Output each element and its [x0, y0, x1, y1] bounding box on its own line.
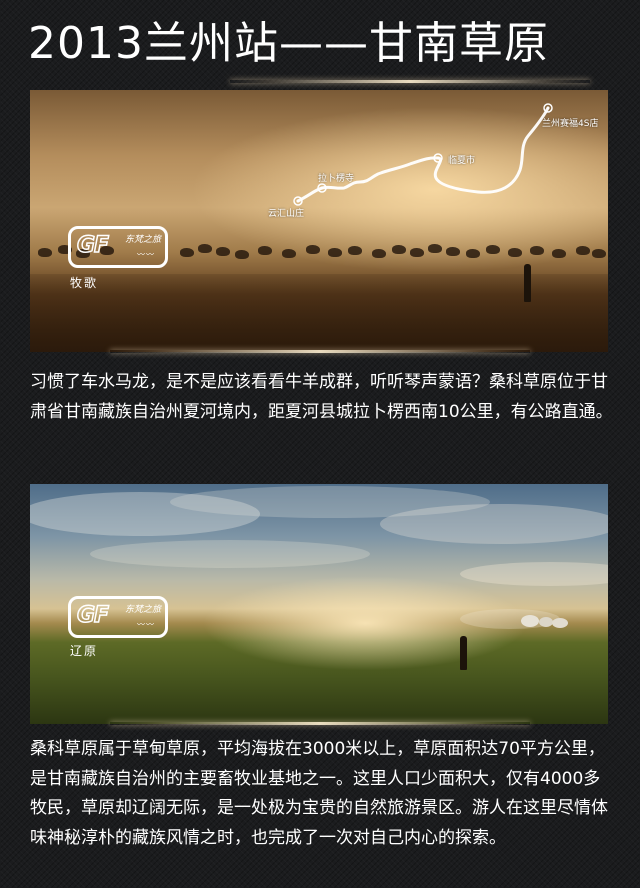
- route-map-icon: [293, 103, 553, 206]
- grassland-herd-photo: 兰州赛福4S店 临夏市 拉卜楞寺 云汇山庄 GF 东梵之旅 〰〰 牧歌: [30, 90, 608, 352]
- photographer-figure: [460, 636, 467, 670]
- photo-caption: 辽原: [70, 644, 99, 658]
- section1-paragraph: 习惯了车水马龙，是不是应该看看牛羊成群，听听琴声蒙语？桑科草原位于甘肃省甘南藏族…: [30, 372, 613, 422]
- section2-paragraph: 桑科草原属于草甸草原，平均海拔在3000米以上，草原面积达70平方公里，是甘南藏…: [30, 739, 608, 848]
- gf-logo-icon: GF 东梵之旅 〰〰: [68, 596, 168, 638]
- logo-text: GF: [76, 232, 110, 259]
- route-label-linxia: 临夏市: [448, 156, 476, 166]
- photo-caption: 牧歌: [70, 276, 99, 290]
- photo-divider: [110, 722, 530, 725]
- logo-text: GF: [76, 602, 110, 629]
- page-title: 2013兰州站——甘南草原: [28, 18, 549, 69]
- route-label-labrang: 拉卜楞寺: [318, 174, 355, 184]
- route-label-lanzhou: 兰州赛福4S店: [542, 119, 599, 129]
- grassland-horizon-photo: GF 东梵之旅 〰〰 辽原: [30, 484, 608, 724]
- route-label-yunhui: 云汇山庄: [268, 209, 305, 219]
- logo-script: 东梵之旅: [124, 605, 161, 615]
- photo-divider: [110, 350, 530, 353]
- title-divider: [230, 80, 590, 83]
- gf-logo-icon: GF 东梵之旅 〰〰: [68, 226, 168, 268]
- logo-script: 东梵之旅: [124, 235, 161, 245]
